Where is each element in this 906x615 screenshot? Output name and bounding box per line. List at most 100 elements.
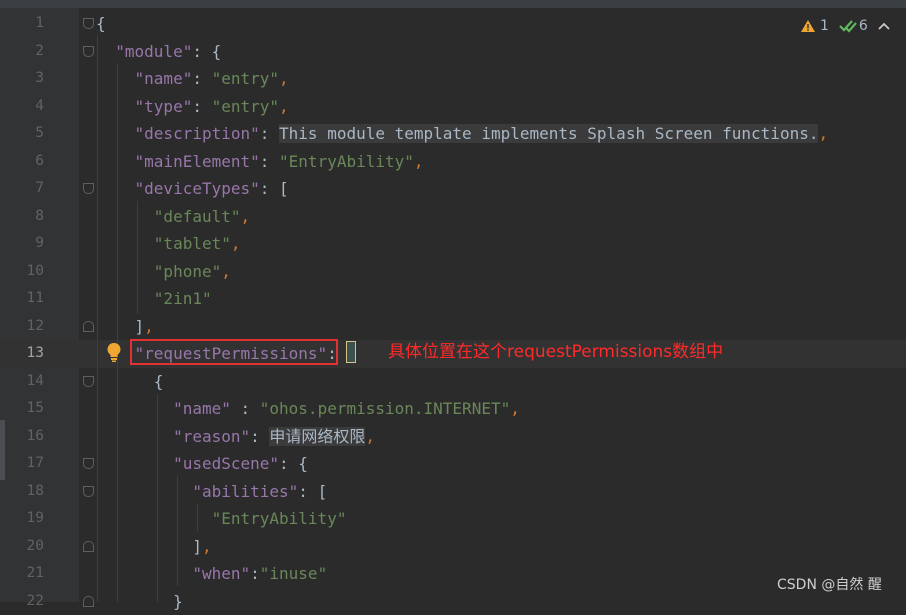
code-text: "deviceTypes": [ (96, 175, 289, 203)
code-token: , (202, 537, 212, 556)
code-token: : (260, 124, 279, 143)
code-line[interactable]: 16 "reason": 申请网络权限, (0, 423, 906, 451)
code-text: "default", (96, 203, 250, 231)
code-line[interactable]: 21 "when":"inuse" (0, 560, 906, 588)
annotation-text: 具体位置在这个requestPermissions数组中 (388, 339, 723, 366)
code-text: "description": This module template impl… (96, 120, 828, 148)
fold-collapse-icon[interactable] (83, 376, 94, 387)
line-number: 2 (0, 38, 44, 66)
fold-collapse-icon[interactable] (83, 46, 94, 57)
fold-end-icon[interactable] (83, 321, 94, 332)
line-number: 16 (0, 423, 44, 451)
code-token: , (414, 152, 424, 171)
code-token: "name" (135, 69, 193, 88)
code-line[interactable]: 5 "description": This module template im… (0, 120, 906, 148)
code-token (96, 509, 212, 528)
line-number: 4 (0, 93, 44, 121)
fold-end-icon[interactable] (83, 541, 94, 552)
code-text: "EntryAbility" (96, 505, 346, 533)
code-text: "type": "entry", (96, 93, 289, 121)
code-text: "module": { (96, 38, 221, 66)
code-line[interactable]: 10 "phone", (0, 258, 906, 286)
code-line[interactable]: 3 "name": "entry", (0, 65, 906, 93)
code-line[interactable]: 15 "name" : "ohos.permission.INTERNET", (0, 395, 906, 423)
watermark: CSDN @自然 醒 (777, 574, 882, 594)
code-text: "name" : "ohos.permission.INTERNET", (96, 395, 520, 423)
code-token: 申请网络权限 (269, 427, 365, 446)
code-token (96, 97, 135, 116)
code-text: } (96, 588, 183, 615)
line-number: 9 (0, 230, 44, 258)
code-token: "abilities" (192, 482, 298, 501)
code-token: "name" (173, 399, 231, 418)
code-line[interactable]: 17 "usedScene": { (0, 450, 906, 478)
code-token: , (279, 97, 289, 116)
code-token: "type" (135, 97, 193, 116)
code-text: ], (96, 533, 212, 561)
fold-collapse-icon[interactable] (83, 458, 94, 469)
code-line[interactable]: 6 "mainElement": "EntryAbility", (0, 148, 906, 176)
code-token: ] (135, 317, 145, 336)
code-line[interactable]: 19 "EntryAbility" (0, 505, 906, 533)
inspection-widget[interactable]: 1 6 (800, 16, 890, 36)
code-token: } (173, 592, 183, 611)
code-line[interactable]: 11 "2in1" (0, 285, 906, 313)
code-token: : [ (298, 482, 327, 501)
code-line[interactable]: 22 } (0, 588, 906, 615)
chevron-up-icon[interactable] (878, 21, 890, 31)
code-token: "ohos.permission.INTERNET" (260, 399, 510, 418)
code-line[interactable]: 7 "deviceTypes": [ (0, 175, 906, 203)
code-line[interactable]: 2 "module": { (0, 38, 906, 66)
warning-icon[interactable] (800, 19, 816, 33)
code-line[interactable]: 8 "default", (0, 203, 906, 231)
line-number: 14 (0, 368, 44, 396)
indent-guide (137, 201, 138, 314)
code-token (96, 317, 135, 336)
editor-tab-strip (0, 0, 906, 8)
line-number: 1 (0, 10, 44, 38)
code-line[interactable]: 18 "abilities": [ (0, 478, 906, 506)
code-token: "entry" (212, 69, 279, 88)
code-token: , (510, 399, 520, 418)
code-line[interactable]: 4 "type": "entry", (0, 93, 906, 121)
fold-collapse-icon[interactable] (83, 486, 94, 497)
code-token: ] (192, 537, 202, 556)
line-number: 7 (0, 175, 44, 203)
code-token: "reason" (173, 427, 250, 446)
code-line[interactable]: 12 ], (0, 313, 906, 341)
code-line[interactable]: 14 { (0, 368, 906, 396)
code-token (96, 289, 154, 308)
code-token (96, 399, 173, 418)
code-text: "when":"inuse" (96, 560, 327, 588)
code-token: : [ (260, 179, 289, 198)
code-token: , (365, 427, 375, 446)
fold-end-icon[interactable] (83, 596, 94, 607)
code-token (96, 42, 115, 61)
code-token: : { (192, 42, 221, 61)
matched-bracket-caret (346, 341, 356, 363)
fold-collapse-icon[interactable] (83, 183, 94, 194)
code-line[interactable]: 9 "tablet", (0, 230, 906, 258)
code-line[interactable]: 1{ (0, 10, 906, 38)
indent-guide (117, 63, 118, 602)
code-token: { (96, 14, 106, 33)
check-icon[interactable] (839, 19, 857, 33)
line-number: 19 (0, 505, 44, 533)
code-token: , (279, 69, 289, 88)
warning-count: 1 (820, 18, 829, 34)
code-token (96, 152, 135, 171)
code-line[interactable]: 20 ], (0, 533, 906, 561)
code-token: "entry" (212, 97, 279, 116)
indent-guide (197, 504, 198, 532)
code-token (96, 454, 173, 473)
line-number: 12 (0, 313, 44, 341)
code-text: "abilities": [ (96, 478, 327, 506)
code-text: { (96, 10, 106, 38)
fold-collapse-icon[interactable] (83, 18, 94, 29)
code-token (96, 427, 173, 446)
line-number: 5 (0, 120, 44, 148)
lightbulb-icon[interactable] (105, 341, 123, 363)
code-token (96, 207, 154, 226)
code-token: : (231, 399, 260, 418)
code-token: "description" (135, 124, 260, 143)
